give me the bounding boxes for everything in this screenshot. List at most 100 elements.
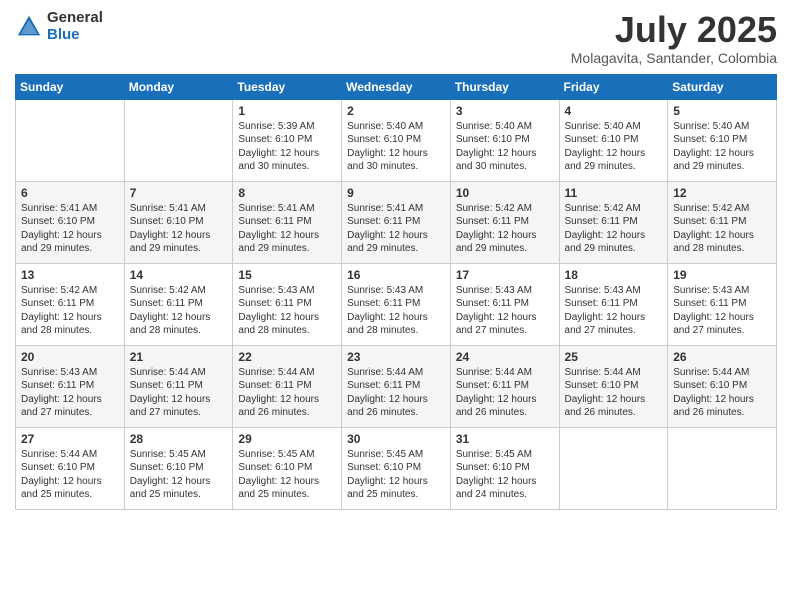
day-number: 12 xyxy=(673,186,771,200)
day-cell: 15Sunrise: 5:43 AMSunset: 6:11 PMDayligh… xyxy=(233,263,342,345)
day-info: Sunrise: 5:41 AMSunset: 6:11 PMDaylight:… xyxy=(347,202,445,256)
logo: General Blue xyxy=(15,10,103,43)
day-info: Sunrise: 5:40 AMSunset: 6:10 PMDaylight:… xyxy=(565,120,663,174)
month-title: July 2025 xyxy=(571,10,777,50)
day-cell: 13 Sunrise: 5:42 AMSunset: 6:11 PMDayligh… xyxy=(16,263,125,345)
day-info: Sunrise: 5:42 AMSunset: 6:11 PMDaylight:… xyxy=(130,284,228,338)
day-number: 24 xyxy=(456,350,554,364)
day-cell xyxy=(124,99,233,181)
day-cell: 29Sunrise: 5:45 AMSunset: 6:10 PMDayligh… xyxy=(233,427,342,509)
day-info: Sunrise: 5:41 AMSunset: 6:10 PMDaylight:… xyxy=(130,202,228,256)
day-info: Sunrise: 5:43 AMSunset: 6:11 PMDaylight:… xyxy=(565,284,663,338)
day-number: 9 xyxy=(347,186,445,200)
day-info: Sunrise: 5:44 AMSunset: 6:11 PMDaylight:… xyxy=(347,366,445,420)
day-info: Sunrise: 5:45 AMSunset: 6:10 PMDaylight:… xyxy=(347,448,445,502)
day-info: Sunrise: 5:42 AMSunset: 6:11 PMDaylight:… xyxy=(673,202,771,256)
day-info: Sunrise: 5:45 AMSunset: 6:10 PMDaylight:… xyxy=(238,448,336,502)
day-info: Sunrise: 5:40 AMSunset: 6:10 PMDaylight:… xyxy=(347,120,445,174)
day-cell: 8 Sunrise: 5:41 AMSunset: 6:11 PMDaylight… xyxy=(233,181,342,263)
day-number: 30 xyxy=(347,432,445,446)
header-monday: Monday xyxy=(124,74,233,99)
calendar: SundayMondayTuesdayWednesdayThursdayFrid… xyxy=(15,74,777,510)
day-info: Sunrise: 5:41 AMSunset: 6:11 PMDaylight:… xyxy=(238,202,336,256)
day-info: Sunrise: 5:44 AMSunset: 6:11 PMDaylight:… xyxy=(456,366,554,420)
day-info: Sunrise: 5:42 AMSunset: 6:11 PMDaylight:… xyxy=(21,284,119,338)
day-cell xyxy=(559,427,668,509)
day-cell: 23 Sunrise: 5:44 AMSunset: 6:11 PMDayligh… xyxy=(342,345,451,427)
logo-text: General Blue xyxy=(47,10,103,43)
header-thursday: Thursday xyxy=(450,74,559,99)
day-info: Sunrise: 5:39 AMSunset: 6:10 PMDaylight:… xyxy=(238,120,336,174)
day-info: Sunrise: 5:44 AMSunset: 6:11 PMDaylight:… xyxy=(238,366,336,420)
week-row-4: 20 Sunrise: 5:43 AMSunset: 6:11 PMDayligh… xyxy=(16,345,777,427)
day-number: 7 xyxy=(130,186,228,200)
day-number: 31 xyxy=(456,432,554,446)
day-number: 3 xyxy=(456,104,554,118)
day-cell: 2 Sunrise: 5:40 AMSunset: 6:10 PMDaylight… xyxy=(342,99,451,181)
day-info: Sunrise: 5:44 AMSunset: 6:10 PMDaylight:… xyxy=(565,366,663,420)
day-cell: 11Sunrise: 5:42 AMSunset: 6:11 PMDayligh… xyxy=(559,181,668,263)
day-number: 25 xyxy=(565,350,663,364)
day-info: Sunrise: 5:43 AMSunset: 6:11 PMDaylight:… xyxy=(673,284,771,338)
day-info: Sunrise: 5:44 AMSunset: 6:11 PMDaylight:… xyxy=(130,366,228,420)
day-cell: 4 Sunrise: 5:40 AMSunset: 6:10 PMDaylight… xyxy=(559,99,668,181)
day-info: Sunrise: 5:45 AMSunset: 6:10 PMDaylight:… xyxy=(456,448,554,502)
day-cell: 17Sunrise: 5:43 AMSunset: 6:11 PMDayligh… xyxy=(450,263,559,345)
week-row-1: 1Sunrise: 5:39 AMSunset: 6:10 PMDaylight… xyxy=(16,99,777,181)
day-cell xyxy=(668,427,777,509)
location: Molagavita, Santander, Colombia xyxy=(571,50,777,66)
day-cell: 14 Sunrise: 5:42 AMSunset: 6:11 PMDayligh… xyxy=(124,263,233,345)
day-cell: 30 Sunrise: 5:45 AMSunset: 6:10 PMDayligh… xyxy=(342,427,451,509)
day-cell: 1Sunrise: 5:39 AMSunset: 6:10 PMDaylight… xyxy=(233,99,342,181)
day-number: 27 xyxy=(21,432,119,446)
day-number: 13 xyxy=(21,268,119,282)
calendar-header-row: SundayMondayTuesdayWednesdayThursdayFrid… xyxy=(16,74,777,99)
day-number: 22 xyxy=(238,350,336,364)
day-info: Sunrise: 5:43 AMSunset: 6:11 PMDaylight:… xyxy=(456,284,554,338)
title-block: July 2025 Molagavita, Santander, Colombi… xyxy=(571,10,777,66)
day-number: 2 xyxy=(347,104,445,118)
day-cell: 3Sunrise: 5:40 AMSunset: 6:10 PMDaylight… xyxy=(450,99,559,181)
day-cell: 31 Sunrise: 5:45 AMSunset: 6:10 PMDayligh… xyxy=(450,427,559,509)
day-cell: 16Sunrise: 5:43 AMSunset: 6:11 PMDayligh… xyxy=(342,263,451,345)
page: General Blue July 2025 Molagavita, Santa… xyxy=(0,0,792,612)
week-row-2: 6 Sunrise: 5:41 AMSunset: 6:10 PMDaylight… xyxy=(16,181,777,263)
day-number: 8 xyxy=(238,186,336,200)
week-row-5: 27 Sunrise: 5:44 AMSunset: 6:10 PMDayligh… xyxy=(16,427,777,509)
logo-blue: Blue xyxy=(47,26,80,43)
day-info: Sunrise: 5:40 AMSunset: 6:10 PMDaylight:… xyxy=(673,120,771,174)
day-info: Sunrise: 5:44 AMSunset: 6:10 PMDaylight:… xyxy=(673,366,771,420)
day-number: 21 xyxy=(130,350,228,364)
day-info: Sunrise: 5:43 AMSunset: 6:11 PMDaylight:… xyxy=(21,366,119,420)
header-wednesday: Wednesday xyxy=(342,74,451,99)
day-number: 26 xyxy=(673,350,771,364)
day-info: Sunrise: 5:41 AMSunset: 6:10 PMDaylight:… xyxy=(21,202,119,256)
day-number: 16 xyxy=(347,268,445,282)
day-cell: 10Sunrise: 5:42 AMSunset: 6:11 PMDayligh… xyxy=(450,181,559,263)
logo-general: General xyxy=(47,9,103,26)
day-number: 20 xyxy=(21,350,119,364)
day-cell: 24 Sunrise: 5:44 AMSunset: 6:11 PMDayligh… xyxy=(450,345,559,427)
day-number: 6 xyxy=(21,186,119,200)
day-cell: 6 Sunrise: 5:41 AMSunset: 6:10 PMDaylight… xyxy=(16,181,125,263)
day-number: 23 xyxy=(347,350,445,364)
day-cell: 22 Sunrise: 5:44 AMSunset: 6:11 PMDayligh… xyxy=(233,345,342,427)
day-cell: 5Sunrise: 5:40 AMSunset: 6:10 PMDaylight… xyxy=(668,99,777,181)
day-cell: 9 Sunrise: 5:41 AMSunset: 6:11 PMDaylight… xyxy=(342,181,451,263)
day-cell: 7 Sunrise: 5:41 AMSunset: 6:10 PMDaylight… xyxy=(124,181,233,263)
day-info: Sunrise: 5:43 AMSunset: 6:11 PMDaylight:… xyxy=(238,284,336,338)
day-number: 14 xyxy=(130,268,228,282)
day-cell: 26 Sunrise: 5:44 AMSunset: 6:10 PMDayligh… xyxy=(668,345,777,427)
day-number: 4 xyxy=(565,104,663,118)
day-info: Sunrise: 5:44 AMSunset: 6:10 PMDaylight:… xyxy=(21,448,119,502)
day-info: Sunrise: 5:45 AMSunset: 6:10 PMDaylight:… xyxy=(130,448,228,502)
header-saturday: Saturday xyxy=(668,74,777,99)
day-number: 19 xyxy=(673,268,771,282)
day-number: 28 xyxy=(130,432,228,446)
day-number: 18 xyxy=(565,268,663,282)
day-cell: 19 Sunrise: 5:43 AMSunset: 6:11 PMDayligh… xyxy=(668,263,777,345)
day-cell: 25 Sunrise: 5:44 AMSunset: 6:10 PMDayligh… xyxy=(559,345,668,427)
day-cell: 21 Sunrise: 5:44 AMSunset: 6:11 PMDayligh… xyxy=(124,345,233,427)
header-tuesday: Tuesday xyxy=(233,74,342,99)
day-cell: 28 Sunrise: 5:45 AMSunset: 6:10 PMDayligh… xyxy=(124,427,233,509)
